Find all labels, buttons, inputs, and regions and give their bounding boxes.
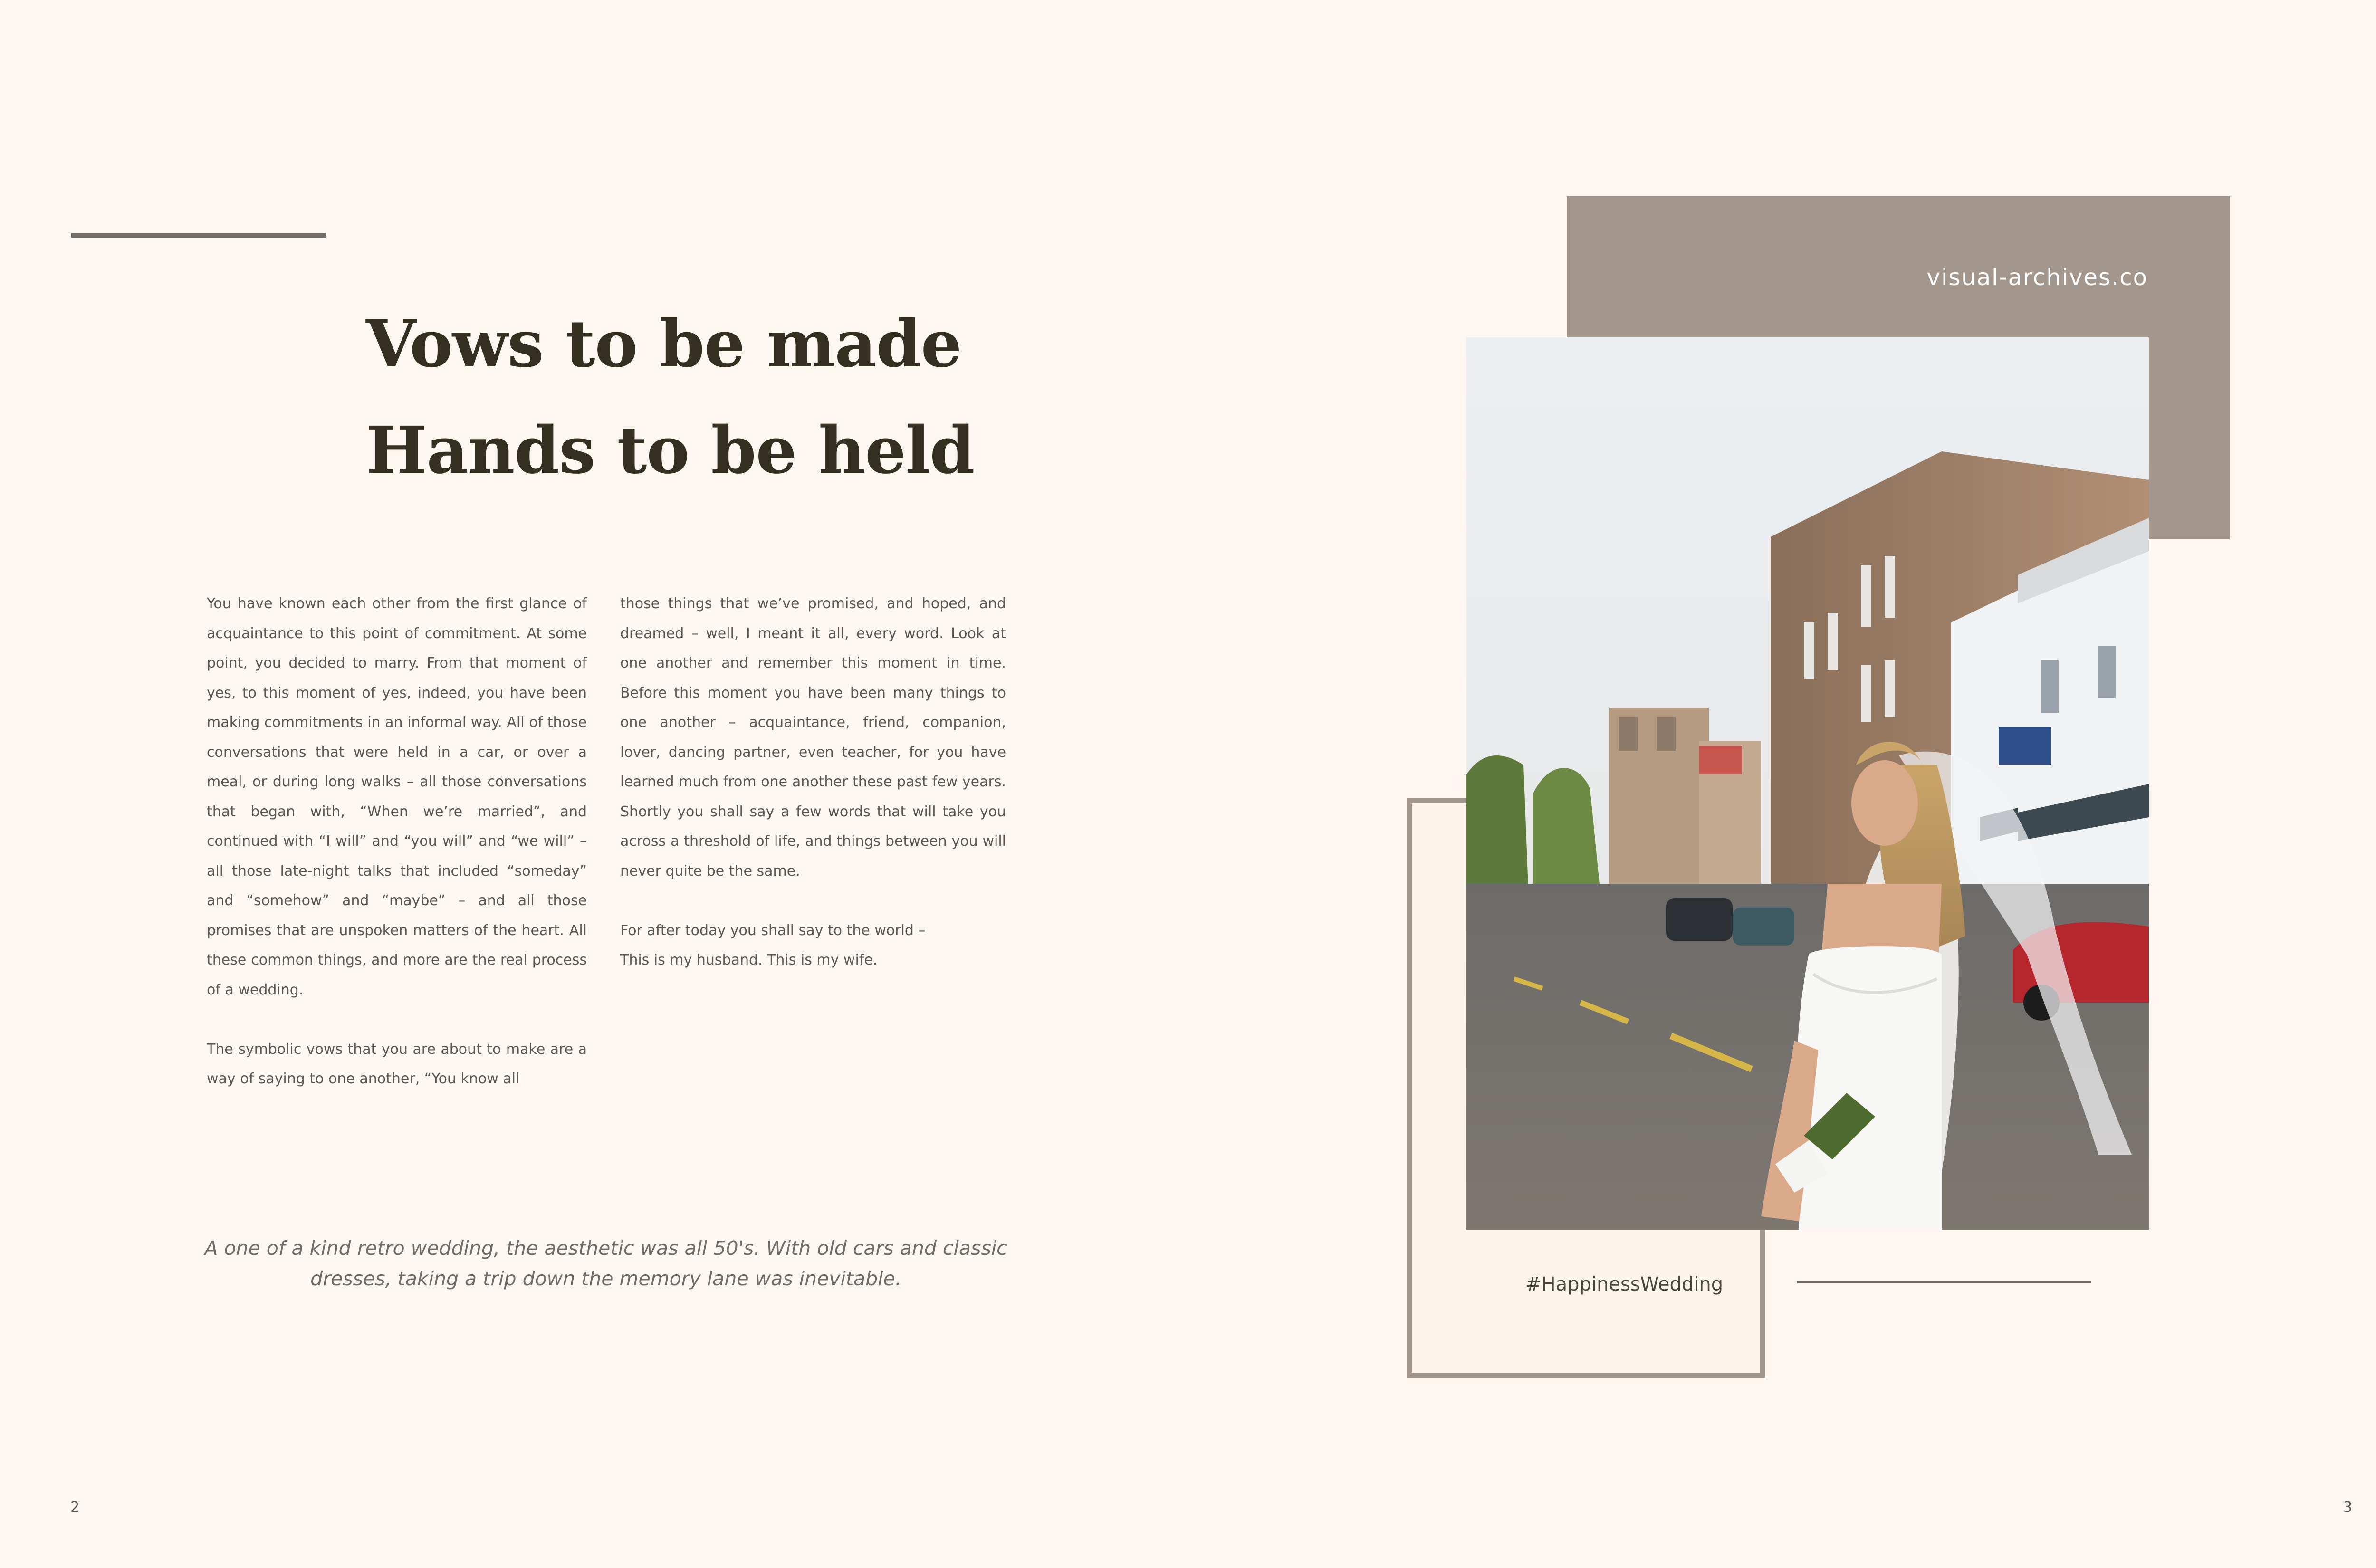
decorative-short-rule (1797, 1281, 2091, 1283)
page-headline: Vows to be made Hands to be held (366, 291, 975, 504)
headline-line-1: Vows to be made (366, 306, 962, 382)
site-url: visual-archives.co (1926, 264, 2148, 291)
page-number-right: 3 (2343, 1499, 2352, 1516)
page-number-left: 2 (70, 1499, 80, 1516)
magazine-spread: Vows to be made Hands to be held You hav… (0, 0, 2376, 1568)
hashtag-label: #HappinessWedding (1525, 1273, 1724, 1295)
body-column-left: You have known each other from the first… (207, 589, 587, 1094)
body-paragraph: The symbolic vows that you are about to … (207, 1041, 587, 1088)
body-column-right: those things that we’ve promised, and ho… (620, 589, 1006, 975)
bride-street-photo (1466, 337, 2149, 1230)
body-paragraph: those things that we’ve promised, and ho… (620, 595, 1006, 880)
photo-illustration (1466, 337, 2149, 1230)
body-paragraph: You have known each other from the first… (207, 595, 587, 998)
decorative-top-rule (71, 233, 326, 238)
closing-line-1: For after today you shall say to the wor… (620, 922, 926, 939)
headline-line-2: Hands to be held (366, 412, 975, 488)
closing-line-2: This is my husband. This is my wife. (620, 952, 878, 968)
photo-caption: A one of a kind retro wedding, the aesth… (204, 1237, 1007, 1290)
closing-lines: For after today you shall say to the wor… (620, 916, 1006, 975)
